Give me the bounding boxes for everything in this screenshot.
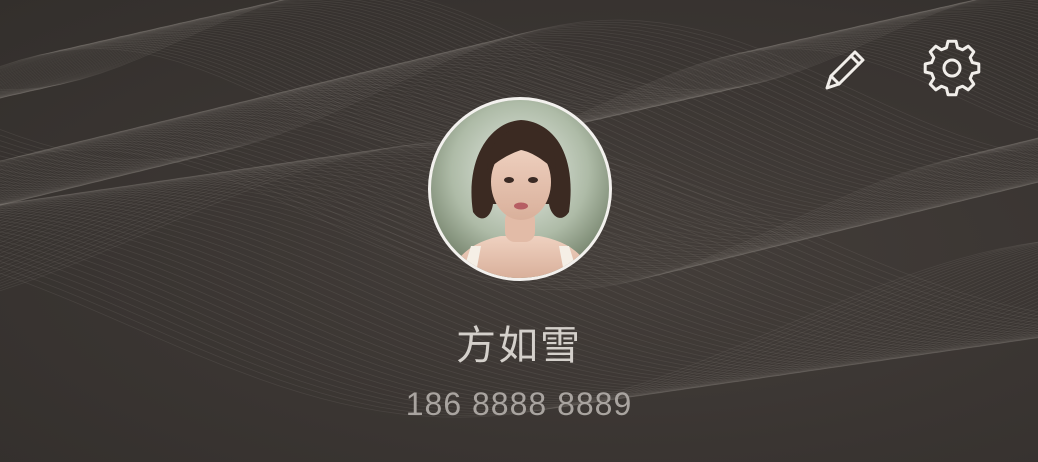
gear-icon (923, 39, 981, 97)
profile-header: 方如雪 186 8888 8889 (0, 0, 1038, 462)
avatar[interactable] (428, 97, 612, 281)
profile-phone: 186 8888 8889 (405, 386, 633, 422)
profile-name: 方如雪 (456, 323, 582, 369)
pencil-icon (825, 50, 865, 90)
settings-button[interactable] (922, 38, 982, 98)
avatar-photo (431, 100, 609, 278)
edit-profile-button[interactable] (815, 38, 875, 98)
